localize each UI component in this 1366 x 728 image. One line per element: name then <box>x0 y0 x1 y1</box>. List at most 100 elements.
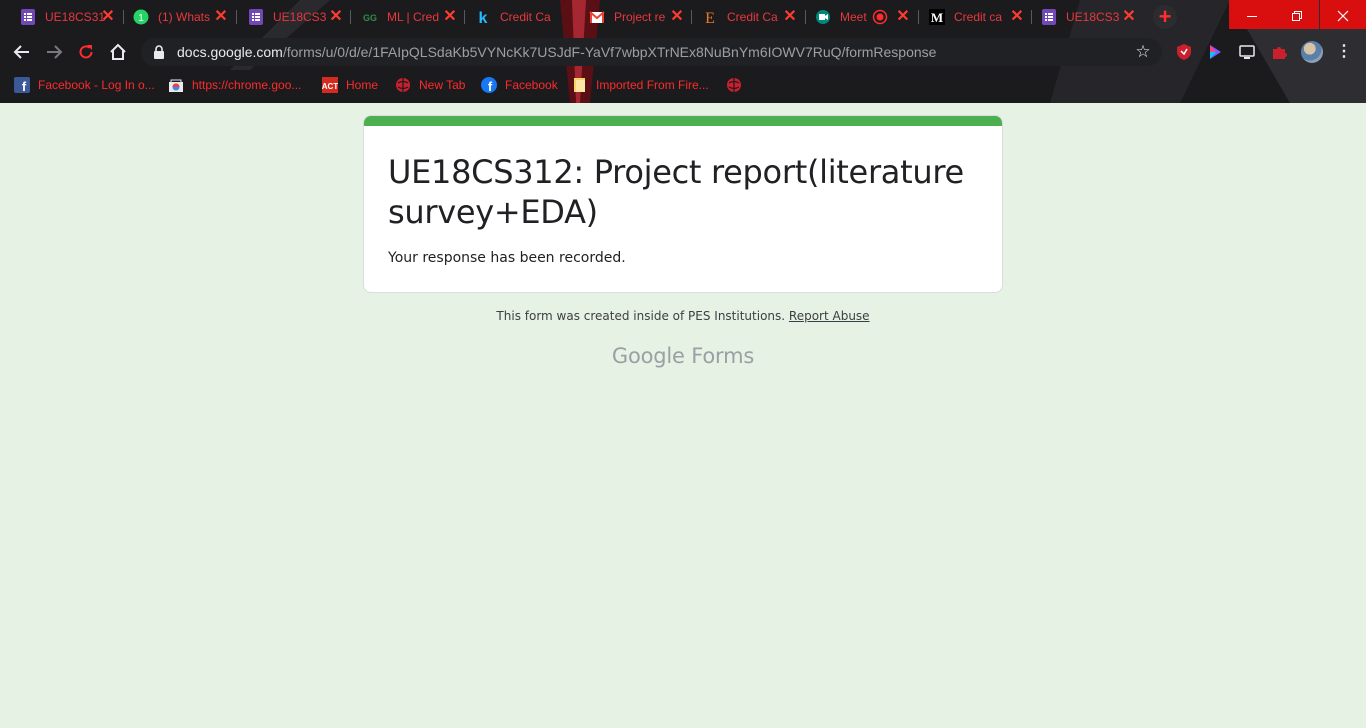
tab-google-meet[interactable]: Meet ✕ <box>815 4 912 30</box>
tab-separator <box>464 10 465 24</box>
navigation-bar: docs.google.com/forms/u/0/d/e/1FAIpQLSda… <box>0 34 1366 70</box>
close-window-button[interactable] <box>1320 0 1366 29</box>
kaggle-icon: k <box>475 9 491 25</box>
minimize-icon <box>1246 15 1257 17</box>
globe-icon <box>726 77 742 93</box>
svg-text:f: f <box>22 79 27 93</box>
tab-ue18cs312-2[interactable]: UE18CS3 ✕ <box>248 4 345 30</box>
medium-icon: M <box>929 9 945 25</box>
bookmark-label: Facebook <box>505 78 558 92</box>
bookmark-label: https://chrome.goo... <box>192 78 302 92</box>
svg-text:E: E <box>705 10 715 25</box>
shield-extension-icon[interactable] <box>1175 43 1193 61</box>
tab-close-icon[interactable]: ✕ <box>1008 8 1026 26</box>
forward-button[interactable] <box>39 37 69 67</box>
gmail-icon <box>589 9 605 25</box>
bookmark-chrome-store[interactable]: https://chrome.goo... <box>168 76 301 94</box>
tab-close-icon[interactable]: ✕ <box>1120 8 1138 26</box>
bookmark-new-tab[interactable]: New Tab <box>395 76 465 94</box>
bookmark-facebook[interactable]: f Facebook <box>481 76 558 94</box>
tab-ue18cs312-1[interactable]: UE18CS31 ✕ <box>20 4 117 30</box>
bookmark-label: New Tab <box>419 78 466 92</box>
tab-close-icon[interactable]: ✕ <box>441 8 459 26</box>
cast-icon[interactable] <box>1238 43 1256 61</box>
tab-close-icon[interactable]: ✕ <box>212 8 230 26</box>
form-accent-bar <box>364 116 1002 126</box>
tab-separator <box>918 10 919 24</box>
bookmark-facebook-login[interactable]: f Facebook - Log In o... <box>14 76 155 94</box>
play-extension-icon[interactable] <box>1206 43 1224 61</box>
close-icon <box>1337 10 1349 21</box>
tab-title: UE18CS3 <box>273 10 327 24</box>
lock-icon <box>153 45 165 59</box>
tab-kaggle-credit[interactable]: k Credit Ca ✕ <box>475 4 572 30</box>
minimize-button[interactable] <box>1229 0 1274 29</box>
restore-button[interactable] <box>1274 0 1319 29</box>
tab-close-icon[interactable]: ✕ <box>327 8 345 26</box>
tab-title: Credit Ca <box>500 10 551 24</box>
bookmark-label: Home <box>346 78 379 92</box>
tab-title: ML | Cred <box>387 10 440 24</box>
e-letter-icon: E <box>702 9 718 25</box>
svg-text:ACT: ACT <box>322 82 338 91</box>
bookmark-label: Facebook - Log In o... <box>38 78 155 92</box>
footer-note-text: This form was created inside of PES Inst… <box>496 309 786 323</box>
reload-button[interactable] <box>71 37 101 67</box>
new-tab-button[interactable]: + <box>1153 5 1177 29</box>
geeksforgeeks-icon: GG <box>362 9 378 25</box>
bookmark-home[interactable]: ACT Home <box>322 76 378 94</box>
svg-text:1: 1 <box>138 13 144 24</box>
facebook-icon: f <box>14 77 30 93</box>
tab-title: Meet <box>840 10 867 24</box>
tab-separator <box>691 10 692 24</box>
bookmark-star-icon[interactable]: ☆ <box>1134 43 1152 61</box>
report-abuse-link[interactable]: Report Abuse <box>789 309 870 323</box>
tab-medium-credit[interactable]: M Credit ca ✕ <box>929 4 1026 30</box>
act-icon: ACT <box>322 77 338 93</box>
google-forms-logo[interactable]: Google Forms <box>0 344 1366 368</box>
tab-strip: UE18CS31 ✕ 1 (1) Whats ✕ UE18CS3 ✕ GG ML… <box>0 0 1366 34</box>
browser-menu-icon[interactable]: ⋮ <box>1336 43 1352 61</box>
url-path: /forms/u/0/d/e/1FAIpQLSdaKb5VYNcKk7USJdF… <box>282 44 937 60</box>
tab-close-icon[interactable]: ✕ <box>894 8 912 26</box>
tab-ml-credit[interactable]: GG ML | Cred ✕ <box>362 4 459 30</box>
bookmark-imported-folder[interactable]: Imported From Fire... <box>572 76 709 94</box>
svg-text:GG: GG <box>363 13 377 23</box>
bookmark-globe[interactable] <box>726 76 750 94</box>
bookmarks-bar: f Facebook - Log In o... https://chrome.… <box>0 72 1366 98</box>
address-bar[interactable]: docs.google.com/forms/u/0/d/e/1FAIpQLSda… <box>141 38 1162 66</box>
profile-avatar[interactable] <box>1301 41 1323 63</box>
svg-text:M: M <box>931 10 943 25</box>
tab-gmail-project[interactable]: Project re ✕ <box>589 4 686 30</box>
form-footer-note: This form was created inside of PES Inst… <box>0 309 1366 323</box>
tab-credit-e[interactable]: E Credit Ca ✕ <box>702 4 799 30</box>
forms-wordmark: Forms <box>691 344 755 368</box>
back-arrow-icon <box>13 45 29 59</box>
tab-title: UE18CS3 <box>1066 10 1120 24</box>
tab-ue18cs312-active[interactable]: UE18CS3 ✕ <box>1041 4 1138 30</box>
tab-close-icon[interactable]: ✕ <box>668 8 686 26</box>
forward-arrow-icon <box>47 45 63 59</box>
tab-close-icon[interactable]: ✕ <box>99 8 117 26</box>
recording-indicator-icon <box>872 9 888 25</box>
svg-text:f: f <box>488 79 493 93</box>
tab-title: Project re <box>614 10 666 24</box>
tab-separator <box>1031 10 1032 24</box>
response-confirmation: Your response has been recorded. <box>388 250 626 266</box>
tab-separator <box>805 10 806 24</box>
back-button[interactable] <box>7 37 37 67</box>
chrome-store-icon <box>168 77 184 93</box>
home-button[interactable] <box>103 37 133 67</box>
tab-close-icon[interactable]: ✕ <box>781 8 799 26</box>
url-host: docs.google.com <box>177 44 283 60</box>
tab-whatsapp[interactable]: 1 (1) Whats ✕ <box>133 4 230 30</box>
puzzle-extension-icon[interactable] <box>1270 43 1288 61</box>
tab-title: Credit ca <box>954 10 1003 24</box>
home-icon <box>110 43 126 60</box>
tab-separator <box>236 10 237 24</box>
globe-icon <box>395 77 411 93</box>
tab-title: (1) Whats <box>158 10 211 24</box>
whatsapp-icon: 1 <box>133 9 149 25</box>
tab-separator <box>123 10 124 24</box>
reload-icon <box>79 45 93 59</box>
